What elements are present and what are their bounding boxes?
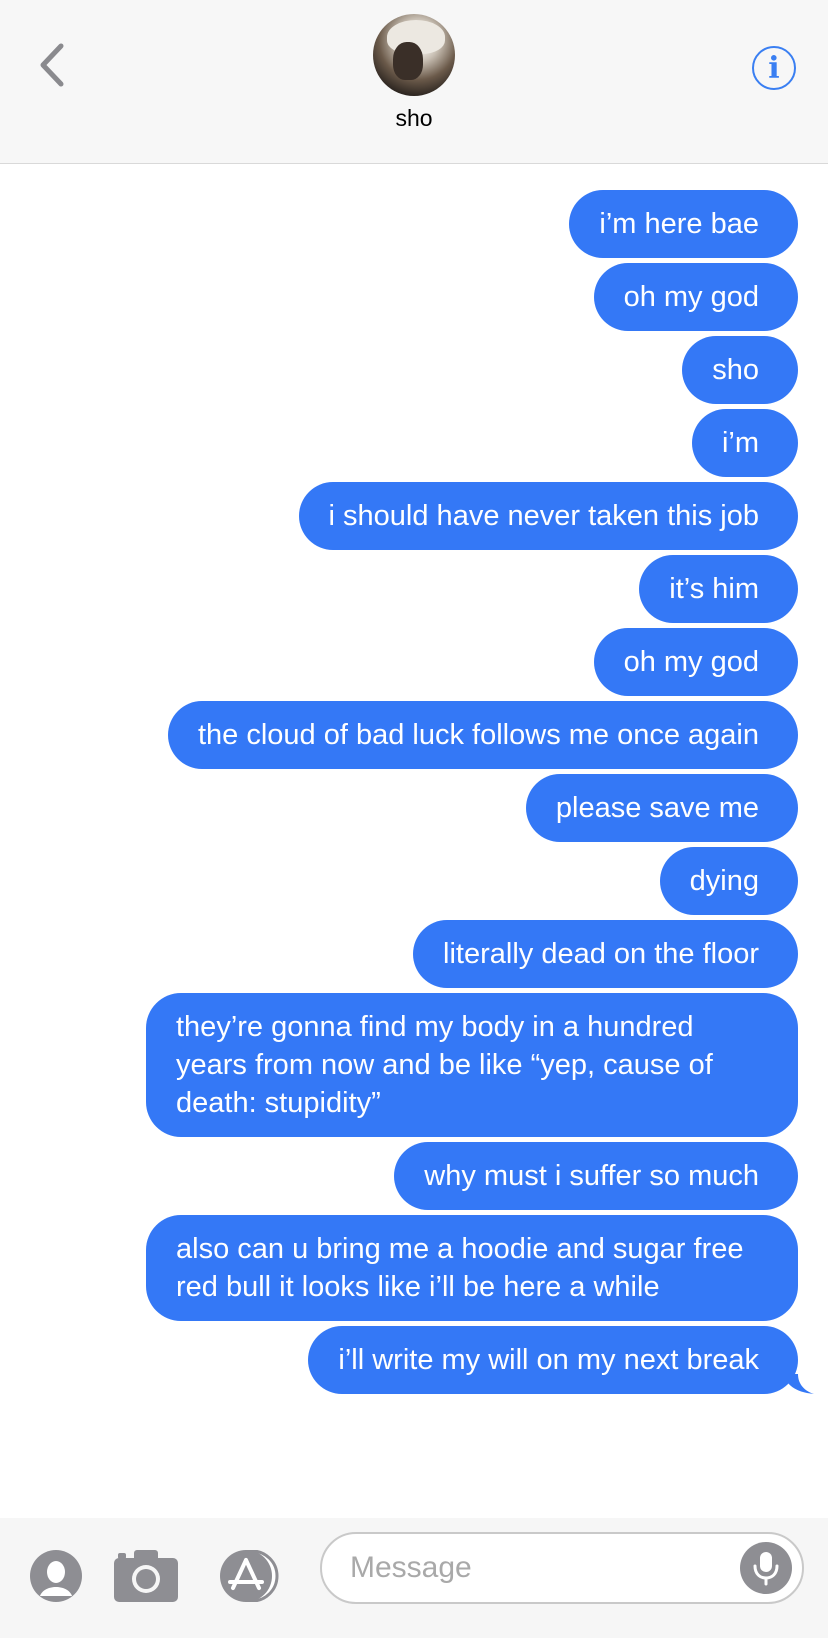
contact-name[interactable]: sho: [0, 105, 828, 132]
message-bubble[interactable]: oh my god: [593, 263, 798, 331]
message-bubble[interactable]: literally dead on the floor: [413, 920, 798, 988]
message-bubble[interactable]: please save me: [525, 774, 798, 842]
info-icon: i: [768, 50, 780, 86]
message-bubble[interactable]: why must i suffer so much: [394, 1142, 798, 1210]
message-bubble[interactable]: i should have never taken this job: [298, 482, 798, 550]
composer-bar: [0, 1518, 828, 1638]
message-bubble[interactable]: they’re gonna find my body in a hundred …: [146, 993, 798, 1137]
chevron-left-icon: [40, 43, 64, 87]
message-input[interactable]: [350, 1534, 730, 1602]
message-bubble[interactable]: oh my god: [593, 628, 798, 696]
message-bubble[interactable]: sho: [682, 336, 798, 404]
apps-button[interactable]: [214, 1550, 282, 1602]
back-button[interactable]: [30, 40, 74, 90]
app-store-icon: [220, 1550, 279, 1602]
bubble-tail-icon: [784, 1374, 814, 1394]
message-bubble[interactable]: i’m here bae: [569, 190, 798, 258]
camera-icon: [114, 1550, 178, 1602]
conversation-header: sho i: [0, 0, 828, 164]
message-bubble[interactable]: the cloud of bad luck follows me once ag…: [167, 701, 798, 769]
message-bubble[interactable]: i’m: [691, 409, 798, 477]
message-text: i’ll write my will on my next break: [338, 1344, 759, 1376]
memoji-icon: [30, 1550, 82, 1602]
microphone-icon: [753, 1552, 779, 1586]
camera-button[interactable]: [114, 1550, 178, 1602]
message-bubble[interactable]: also can u bring me a hoodie and sugar f…: [146, 1215, 798, 1321]
contact-avatar[interactable]: [373, 14, 455, 96]
message-bubble-last[interactable]: i’ll write my will on my next break: [308, 1326, 814, 1394]
message-bubble[interactable]: it’s him: [639, 555, 798, 623]
message-field[interactable]: [320, 1532, 804, 1604]
message-thread: i’m here bae oh my god sho i’m i should …: [0, 190, 828, 1399]
message-bubble[interactable]: dying: [659, 847, 798, 915]
dictation-button[interactable]: [740, 1542, 792, 1594]
info-button[interactable]: i: [752, 46, 796, 90]
memoji-button[interactable]: [30, 1550, 82, 1602]
